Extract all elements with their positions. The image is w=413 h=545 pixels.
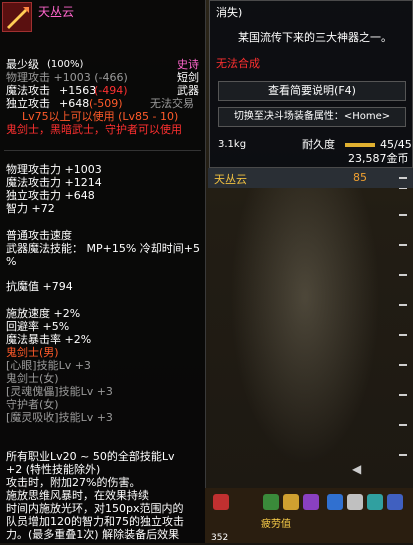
skill-hotbar: 疲劳值 352 [205, 488, 413, 543]
minus-icon[interactable] [399, 454, 407, 456]
scroll-left-icon[interactable]: ◀ [352, 462, 361, 476]
minus-icon[interactable] [399, 177, 407, 179]
minus-icon[interactable] [399, 214, 407, 216]
indep-atk-diff: (-509) [89, 97, 123, 110]
stat-line: 物理攻击力 +1003 [6, 163, 102, 176]
phys-atk: 物理攻击 +1003 (-466) [6, 71, 128, 84]
fatigue-label: 疲劳值 [261, 519, 291, 530]
weapon-skill-line: 武器魔法技能： MP+15% 冷却时间+5 [6, 242, 200, 255]
class-requirement: 鬼剑士，黑暗武士，守护者可以使用 [6, 123, 182, 136]
minus-icon[interactable] [399, 424, 407, 426]
list-row-selected[interactable]: 天丛云 85 [208, 168, 413, 188]
list-row[interactable] [208, 355, 413, 375]
level-requirement: Lv75以上可以使用 (Lv85 - 10) [22, 110, 179, 123]
stat-line: 智力 +72 [6, 202, 55, 215]
skill-slot-icon[interactable] [347, 494, 363, 510]
panel-header: 消失) [216, 6, 243, 19]
minus-icon[interactable] [399, 334, 407, 336]
skill-slot-icon[interactable] [213, 494, 229, 510]
minus-icon[interactable] [399, 274, 407, 276]
weapon-skill-line-2: % [6, 255, 17, 268]
list-row[interactable] [208, 265, 413, 285]
no-compose-label: 无法合成 [216, 57, 260, 70]
type1-label: 短剑 [177, 71, 199, 84]
indep-atk-value: +648 [59, 97, 90, 110]
speed-stat: 回避率 +5% [6, 320, 70, 333]
desc-line: 队员增加120的智力和75的独立攻击 [6, 515, 184, 528]
class-skill-line: 守护者(女) [6, 398, 59, 411]
skill-slot-icon[interactable] [327, 494, 343, 510]
price-label: 23,587金币 [348, 152, 409, 165]
lore-text: 某国流传下来的三大神器之一。 [238, 31, 392, 44]
magic-resist: 抗魔值 +794 [6, 280, 73, 293]
speed-stat: 魔法暴击率 +2% [6, 333, 92, 346]
rarity-label: 史诗 [177, 58, 199, 71]
list-row[interactable] [208, 385, 413, 405]
list-item-level: 85 [353, 171, 367, 184]
stat-line: 魔法攻击力 +1214 [6, 176, 102, 189]
list-row[interactable] [208, 325, 413, 345]
skill-slot-icon[interactable] [283, 494, 299, 510]
weight-label: 3.1kg [218, 139, 247, 150]
view-description-button[interactable]: 查看简要说明(F4) [218, 81, 406, 101]
weapon-icon [2, 2, 32, 32]
class-skill-line: 鬼剑士(男) [6, 346, 59, 359]
type2-label: 武器 [177, 84, 199, 97]
mag-atk-value: +1563 [59, 84, 97, 97]
class-skill-line: 鬼剑士(女) [6, 372, 59, 385]
divider [4, 150, 201, 151]
item-name: 天丛云 [38, 5, 75, 19]
indep-atk-label: 独立攻击 [6, 97, 50, 110]
list-row[interactable] [208, 445, 413, 465]
durability-pct: (100%) [47, 59, 84, 70]
level-req-label: 最少级 [6, 58, 39, 71]
hotbar-number: 352 [211, 533, 229, 543]
durability-value: 45/45 [380, 138, 412, 151]
mag-atk-label: 魔法攻击 [6, 84, 50, 97]
desc-line: +2 (特性技能除外) [6, 463, 101, 476]
class-skill-line: [灵魂傀儡]技能Lv +3 [6, 385, 113, 398]
minus-icon[interactable] [399, 364, 407, 366]
class-skill-line: [魔灵吸收]技能Lv +3 [6, 411, 113, 424]
mag-atk-diff: (-494) [94, 84, 128, 97]
list-row[interactable] [208, 235, 413, 255]
item-detail-panel: 消失) 某国流传下来的三大神器之一。 无法合成 查看简要说明(F4) 切换至决斗… [209, 0, 413, 168]
list-item-name: 天丛云 [214, 173, 247, 186]
list-row[interactable] [208, 205, 413, 225]
list-row[interactable] [208, 295, 413, 315]
stat-line: 独立攻击力 +648 [6, 189, 95, 202]
skill-slot-icon[interactable] [367, 494, 383, 510]
desc-line: 力。(最多重叠1次) 解除装备后效果 [6, 528, 180, 541]
durability-label: 耐久度 [302, 138, 335, 151]
attack-speed-label: 普通攻击速度 [6, 229, 72, 242]
switch-pvp-stats-button[interactable]: 切换至决斗场装备属性：<Home> [218, 107, 406, 127]
desc-line: 所有职业Lv20 ~ 50的全部技能Lv [6, 450, 175, 463]
skill-slot-icon[interactable] [263, 494, 279, 510]
speed-stat: 施放速度 +2% [6, 307, 81, 320]
trade-label: 无法交易 [150, 97, 194, 110]
skill-slot-icon[interactable] [387, 494, 403, 510]
skill-slot-icon[interactable] [303, 494, 319, 510]
desc-line: 攻击时，附加27%的伤害。 [6, 476, 141, 489]
list-row[interactable] [208, 415, 413, 435]
minus-icon[interactable] [399, 394, 407, 396]
durability-bar [345, 143, 375, 147]
minus-icon[interactable] [399, 304, 407, 306]
minus-icon[interactable] [399, 244, 407, 246]
class-skill-line: [心眼]技能Lv +3 [6, 359, 91, 372]
desc-line: 施放思维风暴时，在效果持续 [6, 489, 149, 502]
desc-line: 时间内施放光环，对150px范围内的 [6, 502, 184, 515]
item-tooltip: 天丛云 最少级 (100%) 史诗 物理攻击 +1003 (-466) 短剑 魔… [0, 0, 206, 543]
